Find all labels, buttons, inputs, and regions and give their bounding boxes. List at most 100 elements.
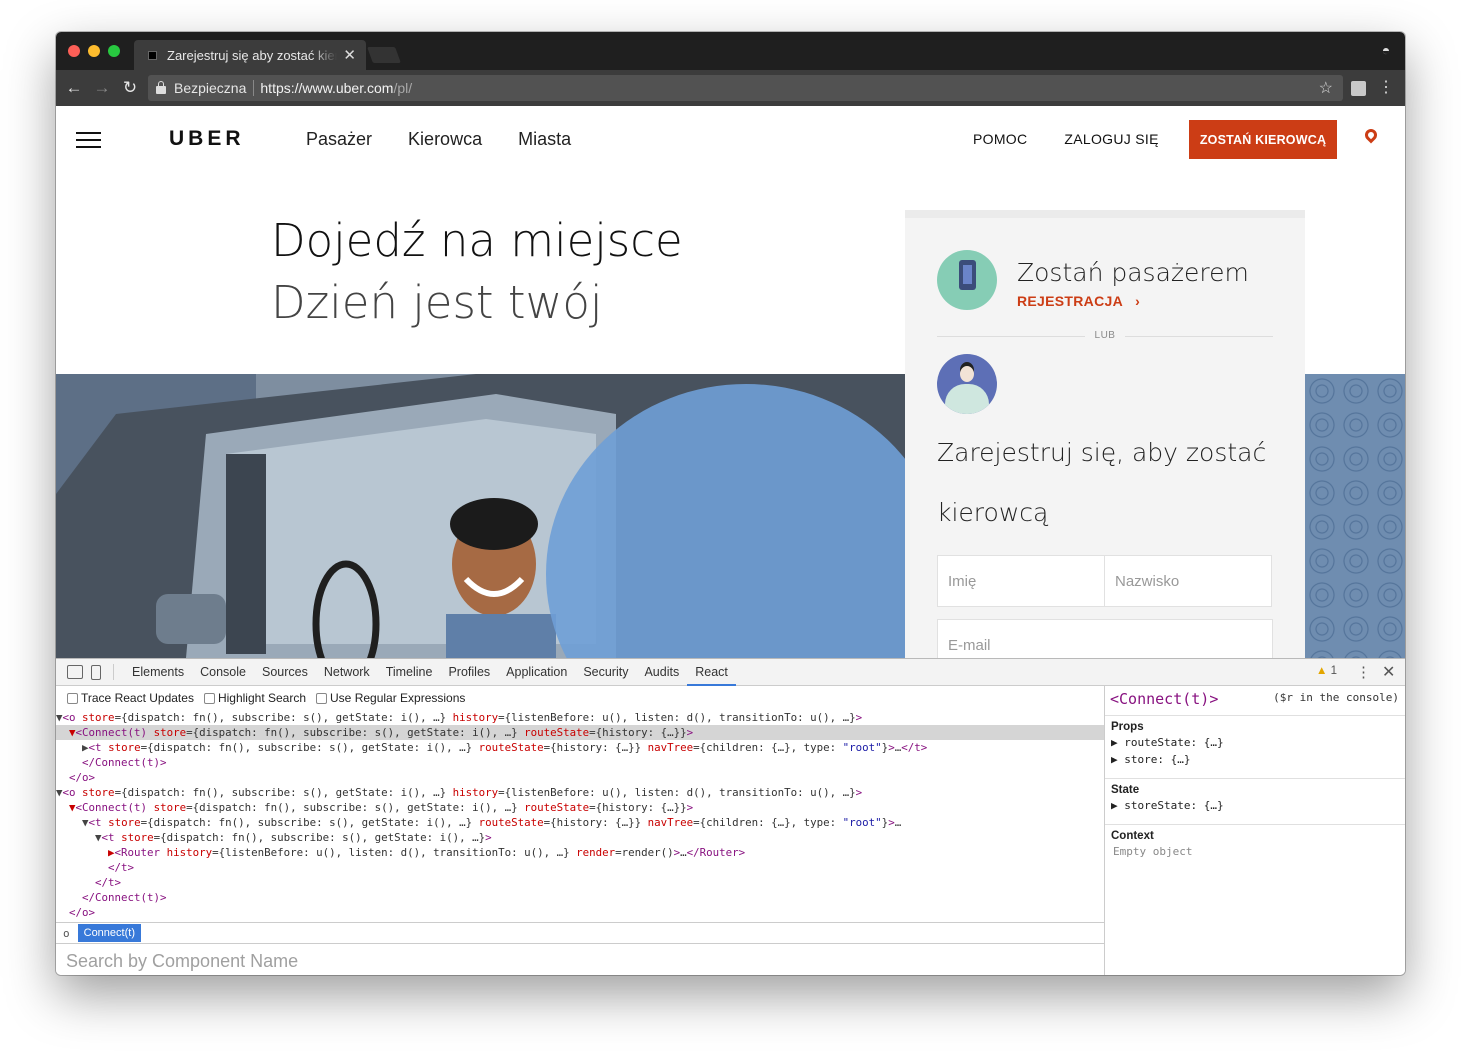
help-link[interactable]: POMOC: [973, 131, 1027, 147]
tree-row[interactable]: </o>: [56, 905, 1104, 920]
prop-route-state[interactable]: ▶ routeState: {…}: [1111, 736, 1224, 749]
browser-toolbar: ← → ↻ Bezpieczna https://www.uber.com/pl…: [56, 70, 1405, 106]
tree-row[interactable]: </t>: [56, 875, 1104, 890]
driver-in-car-image: [56, 374, 905, 658]
tree-row[interactable]: </Connect(t)>: [56, 755, 1104, 770]
devtools-close-icon[interactable]: ✕: [1382, 662, 1395, 682]
uber-logo[interactable]: UBER: [169, 127, 245, 151]
tree-row-selected[interactable]: ▼<Connect(t) store={dispatch: fn(), subs…: [56, 725, 1104, 740]
expand-triangle-icon[interactable]: ▶: [1111, 753, 1118, 766]
expand-triangle-icon[interactable]: ▶: [1111, 799, 1118, 812]
divider: [937, 336, 1085, 337]
rider-illustration-icon: [937, 250, 997, 310]
new-tab-button[interactable]: [367, 47, 401, 63]
prop-store[interactable]: ▶ store: {…}: [1111, 753, 1190, 766]
first-name-field[interactable]: Imię: [937, 555, 1105, 607]
regex-option[interactable]: Use Regular Expressions: [316, 691, 465, 705]
tree-row[interactable]: ▼<t store={dispatch: fn(), subscribe: s(…: [56, 815, 1104, 830]
nav-item-driver[interactable]: Kierowca: [408, 129, 482, 150]
decorative-pattern: [1305, 374, 1405, 658]
tab-sources[interactable]: Sources: [254, 659, 316, 686]
breadcrumb-root[interactable]: o: [63, 927, 70, 940]
context-title: Context: [1111, 830, 1154, 842]
tab-elements[interactable]: Elements: [124, 659, 192, 686]
forward-arrow-icon[interactable]: →: [88, 78, 116, 98]
location-pin-icon[interactable]: [1362, 126, 1380, 144]
context-empty: Empty object: [1113, 845, 1193, 858]
extension-icon[interactable]: [1351, 81, 1366, 96]
option-label: Use Regular Expressions: [330, 691, 466, 705]
hamburger-menu-icon[interactable]: [76, 132, 101, 148]
hero-photo: [56, 374, 905, 658]
tab-application[interactable]: Application: [498, 659, 575, 686]
component-sidebar: <Connect(t)> ($r in the console) Props ▶…: [1104, 686, 1405, 975]
url-path: /pl/: [393, 80, 413, 96]
trace-updates-option[interactable]: Trace React Updates: [67, 691, 194, 705]
warnings-indicator[interactable]: ▲ 1: [1316, 665, 1337, 677]
sidebar-header: <Connect(t)> ($r in the console): [1105, 686, 1405, 716]
checkbox[interactable]: [203, 692, 215, 704]
title-bar: Zarejestruj się aby zostać kierowcą ✕ ◓: [56, 32, 1405, 70]
close-window-button[interactable]: [68, 45, 80, 57]
highlight-search-option[interactable]: Highlight Search: [203, 691, 306, 705]
become-driver-button[interactable]: ZOSTAŃ KIEROWCĄ: [1189, 120, 1337, 159]
tab-audits[interactable]: Audits: [636, 659, 687, 686]
address-bar[interactable]: Bezpieczna https://www.uber.com/pl/ ☆: [148, 75, 1343, 101]
devtools-menu-icon[interactable]: ⋮: [1356, 663, 1371, 681]
divider: [1125, 336, 1273, 337]
tree-row[interactable]: </t>: [56, 860, 1104, 875]
tree-row[interactable]: ▶<Router history={listenBefore: u(), lis…: [56, 845, 1104, 860]
prop-label: routeState: {…}: [1124, 736, 1224, 749]
browser-menu-icon[interactable]: ⋮: [1378, 77, 1394, 97]
props-section: Props ▶ routeState: {…} ▶ store: {…}: [1105, 716, 1405, 779]
inspect-element-icon[interactable]: [67, 665, 83, 679]
browser-window: Zarejestruj się aby zostać kierowcą ✕ ◓ …: [56, 32, 1405, 975]
secondary-nav: POMOC ZALOGUJ SIĘ: [973, 131, 1159, 147]
chevron-right-icon: ›: [1135, 293, 1141, 309]
secure-label: Bezpieczna: [174, 80, 255, 96]
expand-triangle-icon[interactable]: ▶: [1111, 736, 1118, 749]
lock-icon: [156, 81, 166, 94]
tree-row[interactable]: ▼<t store={dispatch: fn(), subscribe: s(…: [56, 830, 1104, 845]
checkbox[interactable]: [67, 692, 78, 704]
reload-icon[interactable]: ↻: [116, 78, 144, 98]
tab-react[interactable]: React: [687, 659, 736, 686]
rider-signup-link[interactable]: REJESTRACJA ›: [1017, 293, 1140, 309]
state-store-state[interactable]: ▶ storeState: {…}: [1111, 799, 1224, 812]
nav-item-cities[interactable]: Miasta: [518, 129, 571, 150]
component-search-input[interactable]: Search by Component Name: [56, 944, 1104, 975]
breadcrumb-selected[interactable]: Connect(t): [77, 924, 141, 942]
tab-network[interactable]: Network: [316, 659, 378, 686]
state-section: State ▶ storeState: {…}: [1105, 779, 1405, 825]
tree-row[interactable]: ▼<o store={dispatch: fn(), subscribe: s(…: [56, 785, 1104, 800]
tree-row[interactable]: </Connect(t)>: [56, 890, 1104, 905]
incognito-icon: ◓: [1381, 42, 1391, 58]
browser-tab[interactable]: Zarejestruj się aby zostać kierowcą ✕: [134, 40, 366, 70]
props-title: Props: [1111, 721, 1144, 733]
back-arrow-icon[interactable]: ←: [60, 78, 88, 98]
component-tree: ▼<o store={dispatch: fn(), subscribe: s(…: [56, 710, 1104, 923]
warning-count: 1: [1330, 665, 1337, 677]
email-field[interactable]: E-mail: [937, 619, 1273, 658]
tree-row[interactable]: ▼<Connect(t) store={dispatch: fn(), subs…: [56, 800, 1104, 815]
tab-security[interactable]: Security: [575, 659, 636, 686]
tree-row[interactable]: </o>: [56, 770, 1104, 785]
rider-signup-label: REJESTRACJA: [1017, 293, 1123, 309]
minimize-window-button[interactable]: [88, 45, 100, 57]
tab-close-icon[interactable]: ✕: [343, 46, 356, 64]
bookmark-star-icon[interactable]: ☆: [1319, 78, 1333, 98]
tab-timeline[interactable]: Timeline: [378, 659, 441, 686]
device-mode-icon[interactable]: [91, 664, 101, 680]
nav-item-rider[interactable]: Pasażer: [306, 129, 372, 150]
tab-profiles[interactable]: Profiles: [440, 659, 498, 686]
last-name-field[interactable]: Nazwisko: [1104, 555, 1272, 607]
tab-console[interactable]: Console: [192, 659, 254, 686]
tree-row[interactable]: ▼<o store={dispatch: fn(), subscribe: s(…: [56, 710, 1104, 725]
prop-label: store: {…}: [1124, 753, 1191, 766]
checkbox[interactable]: [316, 692, 328, 704]
login-link[interactable]: ZALOGUJ SIĘ: [1064, 131, 1158, 147]
zoom-window-button[interactable]: [108, 45, 120, 57]
component-breadcrumb: o Connect(t): [56, 922, 1104, 944]
tree-row[interactable]: ▶<t store={dispatch: fn(), subscribe: s(…: [56, 740, 1104, 755]
warning-icon: ▲: [1316, 665, 1328, 677]
